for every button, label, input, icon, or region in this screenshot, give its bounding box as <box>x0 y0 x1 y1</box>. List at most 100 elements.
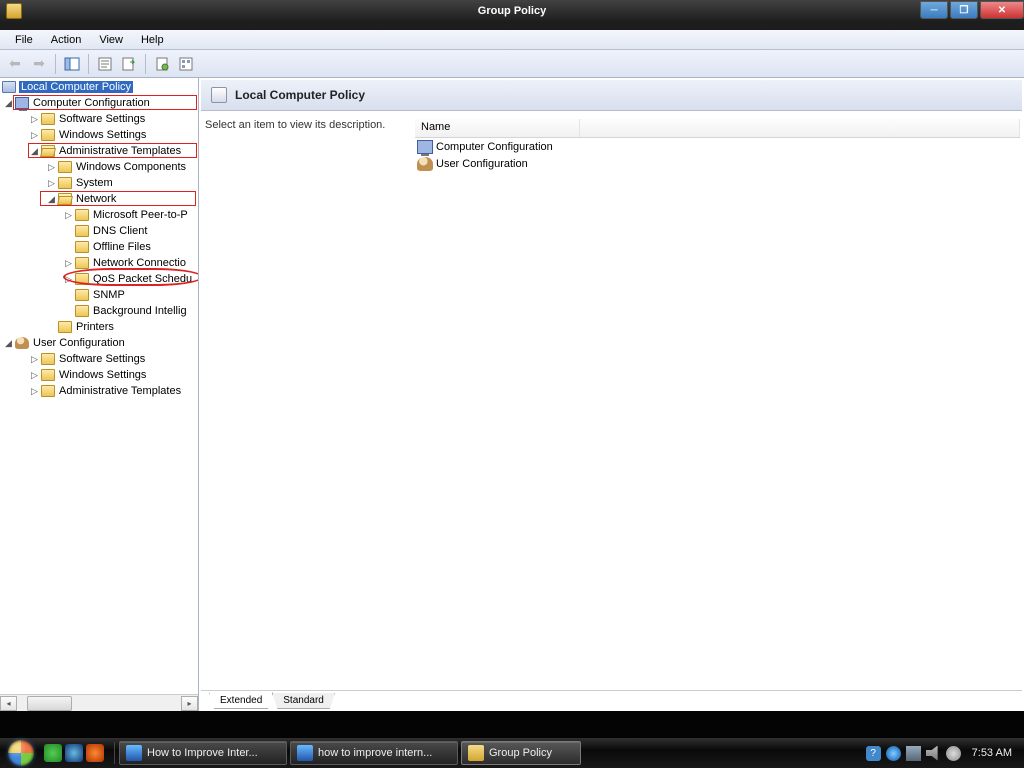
computer-icon <box>15 97 29 109</box>
tab-extended[interactable]: Extended <box>209 692 273 709</box>
scroll-thumb[interactable] <box>27 696 72 711</box>
tree-label: Windows Settings <box>58 129 147 141</box>
folder-icon <box>58 177 72 189</box>
expand-icon[interactable]: ▷ <box>47 179 56 188</box>
taskbar-separator <box>114 742 115 764</box>
folder-icon <box>41 113 55 125</box>
folder-open-icon <box>58 193 72 205</box>
folder-icon <box>75 289 89 301</box>
menu-action[interactable]: Action <box>42 31 91 49</box>
window-title: Group Policy <box>0 5 1024 17</box>
tree-label: Network <box>75 193 117 205</box>
collapse-icon[interactable]: ◢ <box>30 147 39 156</box>
export-list-button[interactable] <box>118 53 140 75</box>
tree-windows-components[interactable]: ▷ Windows Components <box>0 159 198 175</box>
folder-icon <box>41 385 55 397</box>
tree-user-admin-templates[interactable]: ▷ Administrative Templates <box>0 383 198 399</box>
word-icon <box>126 745 142 761</box>
back-button[interactable]: ⬅ <box>4 53 26 75</box>
taskbar-item-group-policy[interactable]: Group Policy <box>461 741 581 765</box>
desktop-gap <box>0 711 1024 738</box>
column-name[interactable]: Name <box>415 119 580 137</box>
tree-printers[interactable]: Printers <box>0 319 198 335</box>
taskbar-item-improve-1[interactable]: How to Improve Inter... <box>119 741 287 765</box>
folder-icon <box>75 257 89 269</box>
scroll-left-button[interactable]: ◂ <box>0 696 17 711</box>
tree-windows-settings[interactable]: ▷ Windows Settings <box>0 127 198 143</box>
folder-icon <box>41 353 55 365</box>
tree-label: Windows Settings <box>58 369 147 381</box>
tree-user-configuration[interactable]: ◢ User Configuration <box>0 335 198 351</box>
tree-network[interactable]: ◢ Network <box>0 191 198 207</box>
expand-icon[interactable]: ▷ <box>64 211 73 220</box>
collapse-icon[interactable]: ◢ <box>4 339 13 348</box>
tree-label: Windows Components <box>75 161 187 173</box>
tree-software-settings[interactable]: ▷ Software Settings <box>0 111 198 127</box>
menu-view[interactable]: View <box>90 31 132 49</box>
collapse-icon[interactable]: ◢ <box>4 99 13 108</box>
tree-system[interactable]: ▷ System <box>0 175 198 191</box>
tree-label: Computer Configuration <box>32 97 151 109</box>
properties-button[interactable] <box>94 53 116 75</box>
expand-icon[interactable]: ▷ <box>30 371 39 380</box>
tree-horizontal-scrollbar[interactable]: ◂ ▸ <box>0 694 198 711</box>
tray-icon[interactable] <box>886 746 901 761</box>
expand-icon[interactable]: ▷ <box>30 387 39 396</box>
tree-root[interactable]: Local Computer Policy <box>0 79 198 95</box>
help-icon[interactable]: ? <box>866 746 881 761</box>
tree-snmp[interactable]: SNMP <box>0 287 198 303</box>
menu-help[interactable]: Help <box>132 31 173 49</box>
expand-icon[interactable]: ▷ <box>30 115 39 124</box>
console-tree[interactable]: Local Computer Policy ◢ Computer Configu… <box>0 78 198 694</box>
taskbar-clock[interactable]: 7:53 AM <box>972 747 1012 759</box>
collapse-icon[interactable]: ◢ <box>47 195 56 204</box>
folder-icon <box>75 241 89 253</box>
quicklaunch-ie-icon[interactable] <box>65 744 83 762</box>
show-hide-tree-button[interactable] <box>61 53 83 75</box>
scroll-right-button[interactable]: ▸ <box>181 696 198 711</box>
column-spacer <box>580 119 1020 137</box>
computer-icon <box>417 140 433 154</box>
tree-computer-configuration[interactable]: ◢ Computer Configuration <box>0 95 198 111</box>
volume-icon[interactable] <box>926 746 941 761</box>
list-item-computer-configuration[interactable]: Computer Configuration <box>415 138 1020 155</box>
expand-icon[interactable]: ▷ <box>64 275 73 284</box>
quicklaunch-firefox-icon[interactable] <box>86 744 104 762</box>
expand-icon[interactable]: ▷ <box>47 163 56 172</box>
tree-qos-packet-scheduler[interactable]: ▷ QoS Packet Schedu <box>0 271 198 287</box>
folder-icon <box>41 369 55 381</box>
tray-icon[interactable] <box>946 746 961 761</box>
expand-icon[interactable]: ▷ <box>30 355 39 364</box>
start-button[interactable] <box>4 738 38 768</box>
tree-offline-files[interactable]: Offline Files <box>0 239 198 255</box>
quicklaunch-icon[interactable] <box>44 744 62 762</box>
folder-open-icon <box>41 145 55 157</box>
tree-administrative-templates[interactable]: ◢ Administrative Templates <box>0 143 198 159</box>
items-list: Name Computer Configuration User Configu… <box>415 119 1020 690</box>
tree-background-intelligent[interactable]: Background Intellig <box>0 303 198 319</box>
filter-button[interactable] <box>151 53 173 75</box>
menu-bar: File Action View Help <box>0 30 1024 50</box>
tree-peer-to-peer[interactable]: ▷ Microsoft Peer-to-P <box>0 207 198 223</box>
taskbar-item-improve-2[interactable]: how to improve intern... <box>290 741 458 765</box>
tree-label: QoS Packet Schedu <box>92 273 193 285</box>
tree-label: Offline Files <box>92 241 152 253</box>
tree-label: Software Settings <box>58 113 146 125</box>
menu-file[interactable]: File <box>6 31 42 49</box>
toolbar: ⬅ ➡ <box>0 50 1024 78</box>
toolbar-separator <box>88 54 89 74</box>
tree-dns-client[interactable]: DNS Client <box>0 223 198 239</box>
list-item-user-configuration[interactable]: User Configuration <box>415 155 1020 172</box>
network-icon[interactable] <box>906 746 921 761</box>
tree-user-windows-settings[interactable]: ▷ Windows Settings <box>0 367 198 383</box>
expand-icon[interactable]: ▷ <box>64 259 73 268</box>
tab-standard[interactable]: Standard <box>272 693 335 709</box>
forward-button[interactable]: ➡ <box>28 53 50 75</box>
expand-icon[interactable]: ▷ <box>30 131 39 140</box>
word-icon <box>297 745 313 761</box>
taskbar: How to Improve Inter... how to improve i… <box>0 738 1024 768</box>
tree-user-software-settings[interactable]: ▷ Software Settings <box>0 351 198 367</box>
titlebar-shadow <box>0 22 1024 30</box>
tree-network-connections[interactable]: ▷ Network Connectio <box>0 255 198 271</box>
refresh-button[interactable] <box>175 53 197 75</box>
